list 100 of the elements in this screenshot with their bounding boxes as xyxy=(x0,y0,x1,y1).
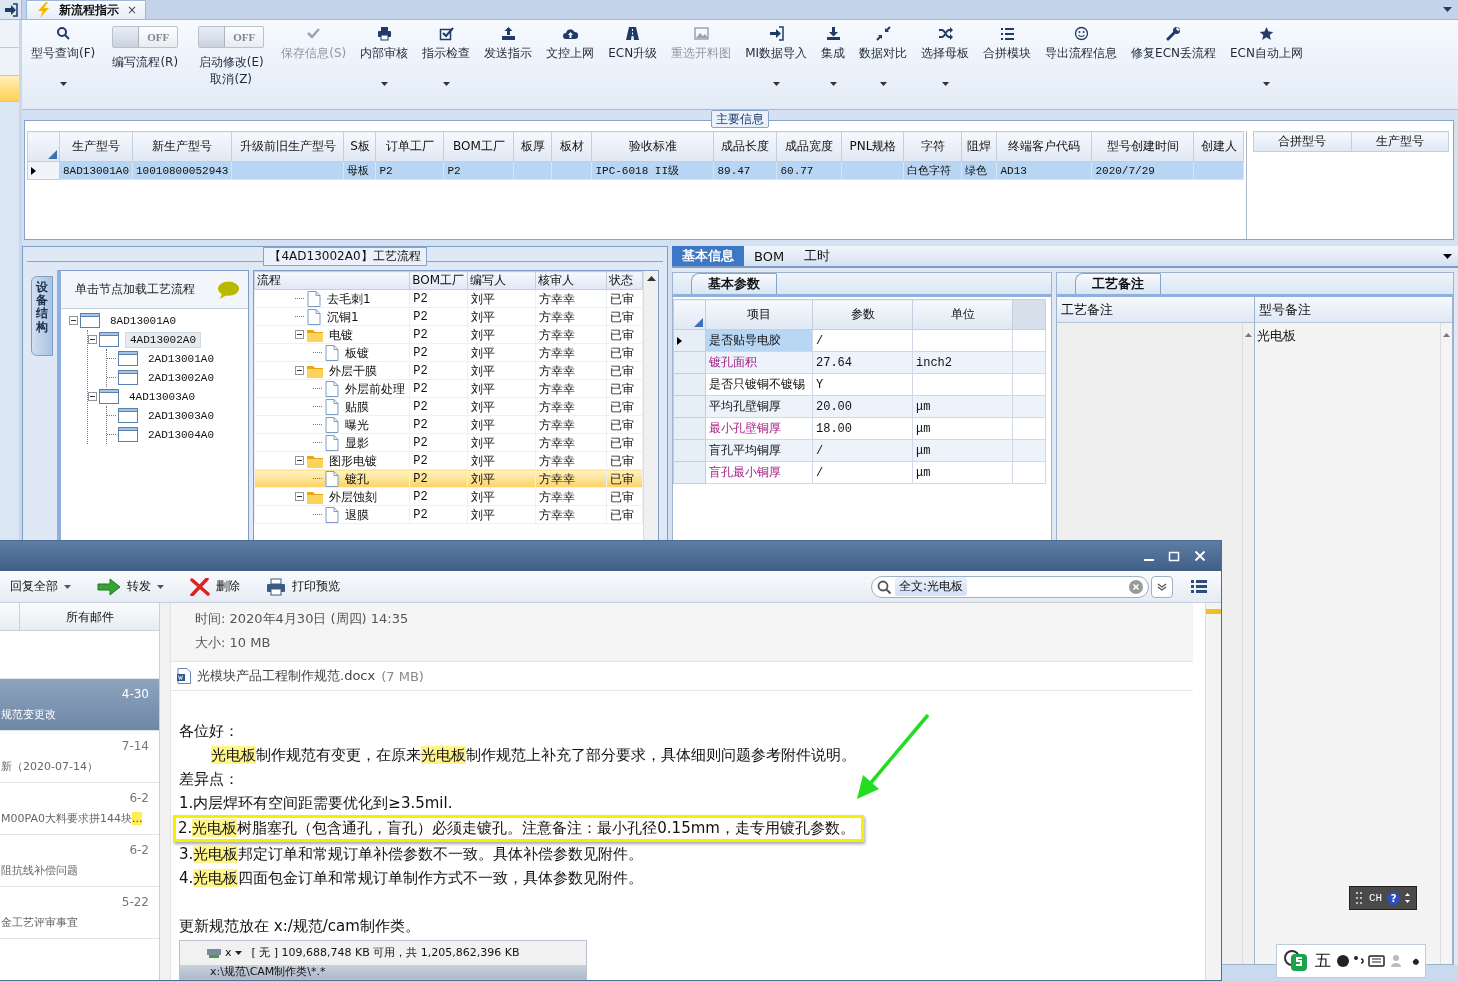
message-item[interactable]: 7-14 新（2020-07-14） xyxy=(0,731,159,783)
toolbar-button[interactable]: 删除 xyxy=(180,577,246,596)
column-header[interactable]: 型号备注 xyxy=(1255,297,1452,323)
tree-node[interactable]: 2AD13004A0 xyxy=(144,427,218,442)
toolbar-button[interactable]: 回复全部 xyxy=(0,578,77,595)
column-header[interactable]: 核审人 xyxy=(535,271,607,290)
table-row[interactable]: 板镀 P2 刘平 方幸幸 已审 xyxy=(254,343,643,362)
table-row[interactable]: 显影 P2 刘平 方幸幸 已审 xyxy=(254,433,643,452)
table-row[interactable]: 电镀 P2 刘平 方幸幸 已审 xyxy=(254,325,643,344)
column-header[interactable]: 项目 xyxy=(705,299,813,330)
ribbon-button[interactable]: 发送指示 xyxy=(477,26,540,88)
column-header[interactable]: BOM工厂 xyxy=(409,271,468,290)
toggle-label[interactable]: 启动修改(E) 取消(Z) xyxy=(198,54,264,88)
ribbon-button[interactable]: 合拼模块 xyxy=(976,26,1039,88)
column-header[interactable]: 订单工厂 xyxy=(375,131,444,162)
tree-node[interactable]: 2AD13002A0 xyxy=(144,370,218,385)
collapse-icon[interactable] xyxy=(88,335,97,344)
document-tab[interactable]: 新流程指示 × xyxy=(26,0,147,19)
column-header[interactable]: 合拼型号 xyxy=(1253,131,1351,152)
column-header[interactable]: 终端客户代码 xyxy=(996,131,1092,162)
table-row[interactable]: 外层前处理 P2 刘平 方幸幸 已审 xyxy=(254,379,643,398)
ime-toolbar[interactable]: CH ? xyxy=(1349,886,1418,910)
column-header[interactable]: 生产型号 xyxy=(1351,131,1449,152)
ribbon-button[interactable]: 数据对比 xyxy=(852,26,915,88)
ribbon-button[interactable]: 集成 xyxy=(814,26,853,88)
table-row[interactable]: 外层干膜 P2 刘平 方幸幸 已审 xyxy=(254,361,643,380)
column-header[interactable]: 阻焊 xyxy=(961,131,997,162)
column-header[interactable]: 板厚 xyxy=(513,131,552,162)
tab[interactable]: BOM xyxy=(744,246,795,266)
collapse-icon[interactable] xyxy=(88,392,97,401)
table-row[interactable]: 退膜 P2 刘平 方幸幸 已审 xyxy=(254,505,643,524)
search-field[interactable]: 全文:光电板 xyxy=(871,575,1149,598)
column-header[interactable]: 创建人 xyxy=(1193,131,1244,162)
collapse-icon[interactable] xyxy=(295,492,304,501)
ribbon-button[interactable]: 修复ECN丢流程 xyxy=(1124,26,1224,88)
sent-time: 时间: 2020年4月30日 (周四) 14:35 xyxy=(195,610,410,628)
column-header[interactable]: BOM工厂 xyxy=(443,131,514,162)
column-header[interactable]: 工艺备注 xyxy=(1057,297,1254,323)
table-row[interactable]: 贴膜 P2 刘平 方幸幸 已审 xyxy=(254,397,643,416)
tree-node[interactable]: 2AD13003A0 xyxy=(144,408,218,423)
tree-node[interactable]: 4AD13003A0 xyxy=(125,389,199,404)
ribbon-button[interactable]: MI数据导入 xyxy=(738,26,815,88)
column-header[interactable]: 单位 xyxy=(912,299,1013,330)
table-row[interactable]: 图形电镀 P2 刘平 方幸幸 已审 xyxy=(254,451,643,470)
collapse-icon[interactable] xyxy=(295,366,304,375)
column-header[interactable]: 型号创建时间 xyxy=(1091,131,1194,162)
message-item[interactable]: 5-22 金工艺评审事宜 xyxy=(0,887,159,939)
side-tab[interactable]: 设备结构 xyxy=(31,276,53,356)
column-header[interactable]: 成品长度 xyxy=(713,131,777,162)
toggle-label[interactable]: 编写流程(R) xyxy=(112,54,179,71)
tab[interactable]: 工艺备注 xyxy=(1075,273,1161,294)
column-header[interactable]: 编写人 xyxy=(467,271,536,290)
table-row[interactable]: 镀孔 P2 刘平 方幸幸 已审 xyxy=(254,469,643,488)
dropdown-button[interactable] xyxy=(1151,575,1173,598)
tree-node[interactable]: 4AD13002A0 xyxy=(125,331,201,348)
column-header[interactable]: 新生产型号 xyxy=(132,131,232,162)
table-row[interactable]: 曝光 P2 刘平 方幸幸 已审 xyxy=(254,415,643,434)
table-row[interactable]: 沉铜1 P2 刘平 方幸幸 已审 xyxy=(254,307,643,326)
column-header[interactable]: 字符 xyxy=(903,131,962,162)
ribbon-button[interactable]: 文控上网 xyxy=(539,26,602,88)
column-header[interactable]: 参数 xyxy=(812,299,913,330)
input-method-bar[interactable]: 五 xyxy=(1276,944,1426,978)
column-header[interactable]: 板材 xyxy=(551,131,592,162)
ribbon-button[interactable]: 型号查询(F) xyxy=(24,26,103,88)
table-row[interactable]: 外层蚀刻 P2 刘平 方幸幸 已审 xyxy=(254,487,643,506)
column-header[interactable]: 升级前旧生产型号 xyxy=(231,131,344,162)
column-header[interactable]: 成品宽度 xyxy=(776,131,842,162)
column-header[interactable]: 生产型号 xyxy=(59,131,133,162)
ribbon-button[interactable]: ECN升级 xyxy=(601,26,665,88)
column-header[interactable]: 流程 xyxy=(254,271,410,290)
tab[interactable]: 基本参数 xyxy=(691,273,777,294)
ribbon-button[interactable]: 内部审核 xyxy=(353,26,416,88)
drive-dropdown[interactable]: x xyxy=(206,941,242,965)
toolbar-button[interactable]: 打印预览 xyxy=(256,577,346,596)
column-header[interactable]: S板 xyxy=(343,131,376,162)
column-header[interactable]: PNL规格 xyxy=(841,131,904,162)
tree-node[interactable]: 8AD13001A0 xyxy=(106,313,180,328)
lightning-icon xyxy=(37,2,51,18)
column-header[interactable]: 验收标准 xyxy=(591,131,714,162)
tree-node[interactable]: 2AD13001A0 xyxy=(144,351,218,366)
table-row[interactable]: 去毛刺1 P2 刘平 方幸幸 已审 xyxy=(254,289,643,308)
collapse-icon[interactable] xyxy=(295,456,304,465)
toolbar-button[interactable]: 转发 xyxy=(87,577,170,596)
ribbon-button[interactable]: 选择母板 xyxy=(914,26,977,88)
message-item[interactable]: 6-2 阻抗线补偿问题 xyxy=(0,835,159,887)
table-row[interactable]: 8AD13001A0 10010800052943 母板 P2 P2 IPC-6018 II级 89.47 60.77 白色字符 绿色 AD13 2020/7/29 xyxy=(27,161,1244,180)
column-header[interactable]: 状态 xyxy=(606,271,643,290)
ribbon-button[interactable]: 指示检查 xyxy=(415,26,478,88)
ribbon-button[interactable]: ECN自动上网 xyxy=(1223,26,1310,88)
help-button[interactable]: ? xyxy=(1387,891,1401,905)
message-item[interactable]: 6-2 M00PA0大料要求拼144块... xyxy=(0,783,159,835)
scrollbar[interactable] xyxy=(1205,603,1221,980)
collapse-icon[interactable] xyxy=(295,330,304,339)
close-button[interactable]: × xyxy=(127,3,138,17)
attachment-link[interactable]: 光模块产品工程制作规范.docx xyxy=(197,667,376,685)
collapse-icon[interactable] xyxy=(69,316,78,325)
ribbon-button[interactable]: 导出流程信息 xyxy=(1038,26,1125,88)
tab[interactable]: 工时 xyxy=(794,246,841,266)
scrollbar[interactable] xyxy=(643,271,658,540)
tab[interactable]: 基本信息 xyxy=(672,246,744,266)
